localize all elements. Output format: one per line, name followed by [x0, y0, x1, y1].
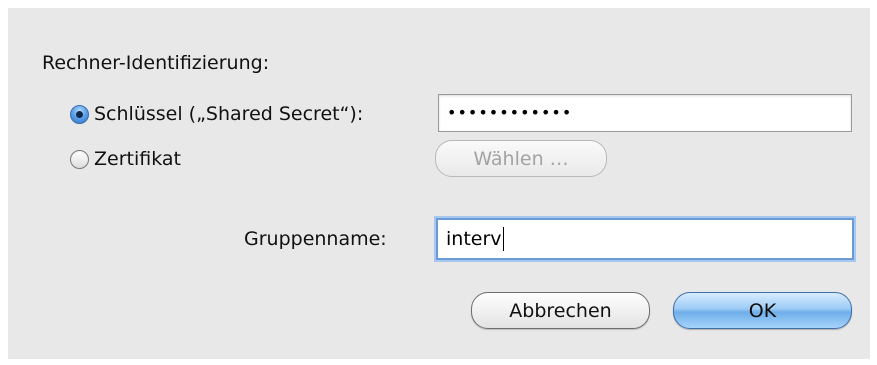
- text-caret: [502, 227, 504, 251]
- ok-button[interactable]: OK: [673, 292, 852, 329]
- certificate-radio[interactable]: [70, 149, 89, 169]
- choose-certificate-button[interactable]: Wählen …: [435, 140, 607, 177]
- cancel-button[interactable]: Abbrechen: [471, 292, 650, 329]
- connection-settings-dialog: Rechner-Identifizierung: Schlüssel („Sha…: [8, 8, 870, 359]
- group-name-input[interactable]: interv: [436, 218, 854, 260]
- machine-identification-label: Rechner-Identifizierung:: [42, 52, 270, 74]
- certificate-option[interactable]: Zertifikat: [70, 148, 181, 170]
- shared-secret-radio[interactable]: [70, 104, 89, 124]
- shared-secret-option[interactable]: Schlüssel („Shared Secret“):: [70, 103, 363, 125]
- shared-secret-input[interactable]: ••••••••••••: [438, 94, 852, 132]
- group-name-label: Gruppenname:: [244, 228, 387, 250]
- group-name-value: interv: [446, 228, 502, 250]
- shared-secret-masked-value: ••••••••••••: [447, 103, 573, 122]
- certificate-label: Zertifikat: [94, 148, 181, 170]
- shared-secret-label: Schlüssel („Shared Secret“):: [94, 103, 364, 125]
